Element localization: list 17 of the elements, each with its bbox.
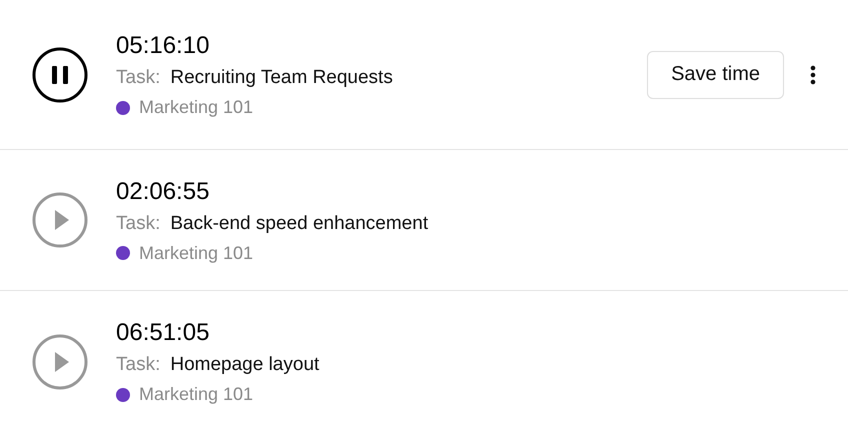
task-name: Homepage layout xyxy=(170,353,320,377)
task-name: Recruiting Team Requests xyxy=(170,66,393,90)
save-time-button[interactable]: Save time xyxy=(647,50,784,98)
elapsed-time: 06:51:05 xyxy=(116,318,210,348)
play-button[interactable] xyxy=(32,192,88,248)
project-name: Marketing 101 xyxy=(139,242,254,264)
task-label: Task: xyxy=(116,353,160,377)
project-name: Marketing 101 xyxy=(139,97,254,118)
task-label: Task: xyxy=(116,66,160,90)
project-name: Marketing 101 xyxy=(139,384,254,405)
more-icon[interactable] xyxy=(810,64,816,84)
elapsed-time: 02:06:55 xyxy=(116,176,210,206)
task-name: Back-end speed enhancement xyxy=(170,212,428,236)
elapsed-time: 05:16:10 xyxy=(116,31,210,61)
task-label: Task: xyxy=(116,212,160,236)
play-button[interactable] xyxy=(32,334,88,390)
pause-button[interactable] xyxy=(32,46,88,102)
